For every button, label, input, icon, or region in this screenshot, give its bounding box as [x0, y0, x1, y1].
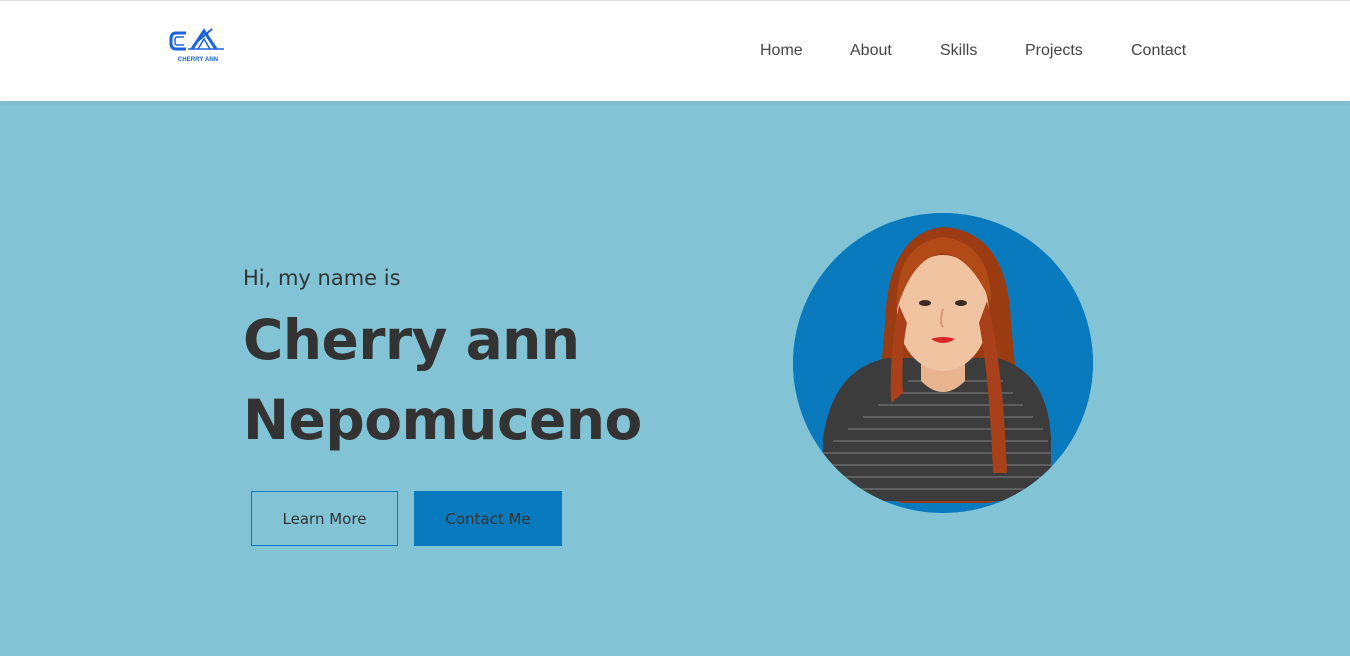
hero-name: Cherry ann Nepomuceno [243, 300, 723, 460]
learn-more-button[interactable]: Learn More [251, 491, 398, 546]
logo-text: CHERRY ANN [177, 57, 219, 63]
nav-about[interactable]: About [850, 42, 892, 60]
top-navbar: CHERRY ANN Home About Skills Projects Co… [0, 0, 1350, 101]
nav-projects[interactable]: Projects [1025, 42, 1083, 60]
nav-skills[interactable]: Skills [940, 42, 977, 60]
profile-photo-icon [793, 213, 1093, 513]
logo-mark-icon [169, 28, 224, 51]
contact-me-button[interactable]: Contact Me [414, 491, 562, 546]
profile-photo [793, 213, 1093, 513]
hero-name-line1: Cherry ann [243, 308, 580, 372]
nav-contact[interactable]: Contact [1131, 42, 1186, 60]
nav-home[interactable]: Home [760, 42, 803, 60]
hero-name-line2: Nepomuceno [243, 388, 642, 452]
logo[interactable]: CHERRY ANN [168, 27, 228, 67]
hero-greeting: Hi, my name is [243, 266, 401, 290]
